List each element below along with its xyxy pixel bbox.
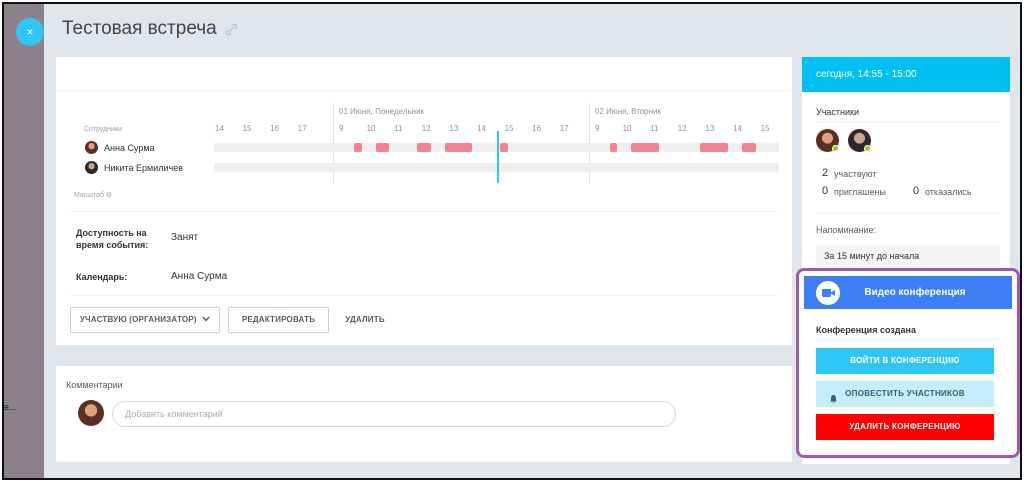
busy-slot[interactable] (354, 143, 362, 152)
hour-tick-label: 15 (242, 124, 252, 133)
page-title: Тестовая встреча (62, 18, 217, 39)
attending-label[interactable]: участвуют (834, 169, 877, 179)
hour-tick-label: 16 (532, 124, 542, 133)
attending-count: 2 (822, 167, 829, 179)
bell-icon (829, 389, 838, 415)
hour-tick-label: 11 (650, 124, 659, 133)
divider (816, 339, 1000, 340)
divider (71, 211, 777, 212)
availability-value: Занят (171, 232, 199, 243)
video-conference-panel: Видео конференция Конференция создана ВО… (796, 268, 1020, 458)
online-indicator (832, 145, 839, 152)
calendar-label: Календарь: (76, 272, 128, 282)
app-window: e... × Тестовая встреча Сотрудники Масшт… (2, 2, 1022, 480)
hour-tick-label: 12 (677, 124, 687, 133)
day-label-2: 02 Июня, Вторник (595, 107, 661, 116)
hour-tick-label: 14 (215, 124, 224, 133)
video-conference-header: Видео конференция (804, 276, 1012, 309)
availability-label: Доступность на время события: (76, 228, 149, 250)
hour-tick-label: 11 (394, 124, 403, 133)
invited-label[interactable]: приглашены (834, 187, 886, 197)
avatar[interactable] (85, 161, 98, 174)
edit-button[interactable]: РЕДАКТИРОВАТЬ (228, 307, 329, 333)
participation-dropdown[interactable]: УЧАСТВУЮ (ОРГАНИЗАТОР) (70, 307, 220, 333)
hour-tick-label: 9 (595, 124, 600, 133)
busy-slot[interactable] (445, 143, 472, 152)
notify-participants-button[interactable]: ОПОВЕСТИТЬ УЧАСТНИКОВ (816, 381, 994, 407)
busy-slot[interactable] (417, 143, 431, 152)
person-name-1[interactable]: Анна Сурма (104, 143, 155, 153)
busy-slot[interactable] (610, 143, 617, 152)
invited-count: 0 (822, 185, 829, 197)
busy-slot[interactable] (376, 143, 389, 152)
delete-conference-button[interactable]: УДАЛИТЬ КОНФЕРЕНЦИЮ (816, 414, 994, 440)
hour-tick-label: 10 (366, 124, 376, 133)
hour-tick-label: 15 (760, 124, 770, 133)
video-conference-title: Видео конференция (864, 287, 966, 298)
event-time: сегодня, 14:55 - 15:00 (802, 57, 1010, 92)
scale-label[interactable]: Масштаб ⚙ (74, 191, 112, 199)
hour-tick-label: 9 (339, 124, 344, 133)
close-icon[interactable]: × (16, 18, 44, 46)
participation-label: УЧАСТВУЮ (ОРГАНИЗАТОР) (79, 315, 197, 325)
hour-tick-label: 17 (559, 124, 569, 133)
hour-tick-label: 17 (297, 124, 307, 133)
current-time-line (497, 131, 499, 183)
declined-label[interactable]: отказались (925, 187, 972, 197)
busy-slot[interactable] (631, 143, 659, 152)
avatar[interactable] (85, 141, 98, 154)
event-card: Сотрудники Масштаб ⚙ 01 Июня, Понедельни… (56, 57, 792, 345)
online-indicator (864, 145, 871, 152)
divider (816, 121, 1000, 122)
comments-card: Комментарии Добавить комментарий (56, 366, 792, 462)
hour-tick-label: 10 (622, 124, 632, 133)
declined-count: 0 (913, 185, 920, 197)
reminder-field[interactable]: За 15 минут до начала (816, 245, 1000, 267)
divider (816, 213, 1000, 214)
divider (71, 295, 777, 296)
hour-tick-label: 12 (421, 124, 431, 133)
conference-status: Конференция создана (816, 325, 916, 335)
hour-tick-label: 13 (449, 124, 459, 133)
hour-tick-label: 16 (270, 124, 280, 133)
busy-slot[interactable] (700, 143, 728, 152)
chevron-down-icon (202, 308, 210, 332)
hour-tick-label: 15 (504, 124, 514, 133)
delete-button[interactable]: УДАЛИТЬ (337, 307, 393, 333)
day-label-1: 01 Июня, Понедельник (339, 107, 425, 116)
link-icon[interactable] (225, 23, 238, 38)
card-topbar (56, 57, 792, 91)
avatar (78, 400, 104, 426)
employees-label: Сотрудники (84, 126, 122, 133)
reminder-label: Напоминание: (816, 225, 877, 235)
participants-label: Участники (816, 107, 859, 117)
comments-title: Комментарии (66, 380, 123, 390)
busy-slot[interactable] (742, 143, 756, 152)
comment-input[interactable]: Добавить комментарий (112, 401, 676, 427)
left-panel: e... (4, 4, 44, 478)
calendar-value: Анна Сурма (171, 271, 228, 282)
join-conference-button[interactable]: ВОЙТИ В КОНФЕРЕНЦИЮ (816, 348, 994, 374)
hour-tick-label: 14 (733, 124, 742, 133)
person-name-2[interactable]: Никита Ермиличев (104, 163, 183, 173)
hour-tick-label: 14 (477, 124, 486, 133)
busy-slot[interactable] (500, 143, 508, 152)
truncated-text: e... (4, 402, 17, 412)
hour-tick-label: 13 (705, 124, 715, 133)
notify-label: ОПОВЕСТИТЬ УЧАСТНИКОВ (845, 389, 965, 398)
